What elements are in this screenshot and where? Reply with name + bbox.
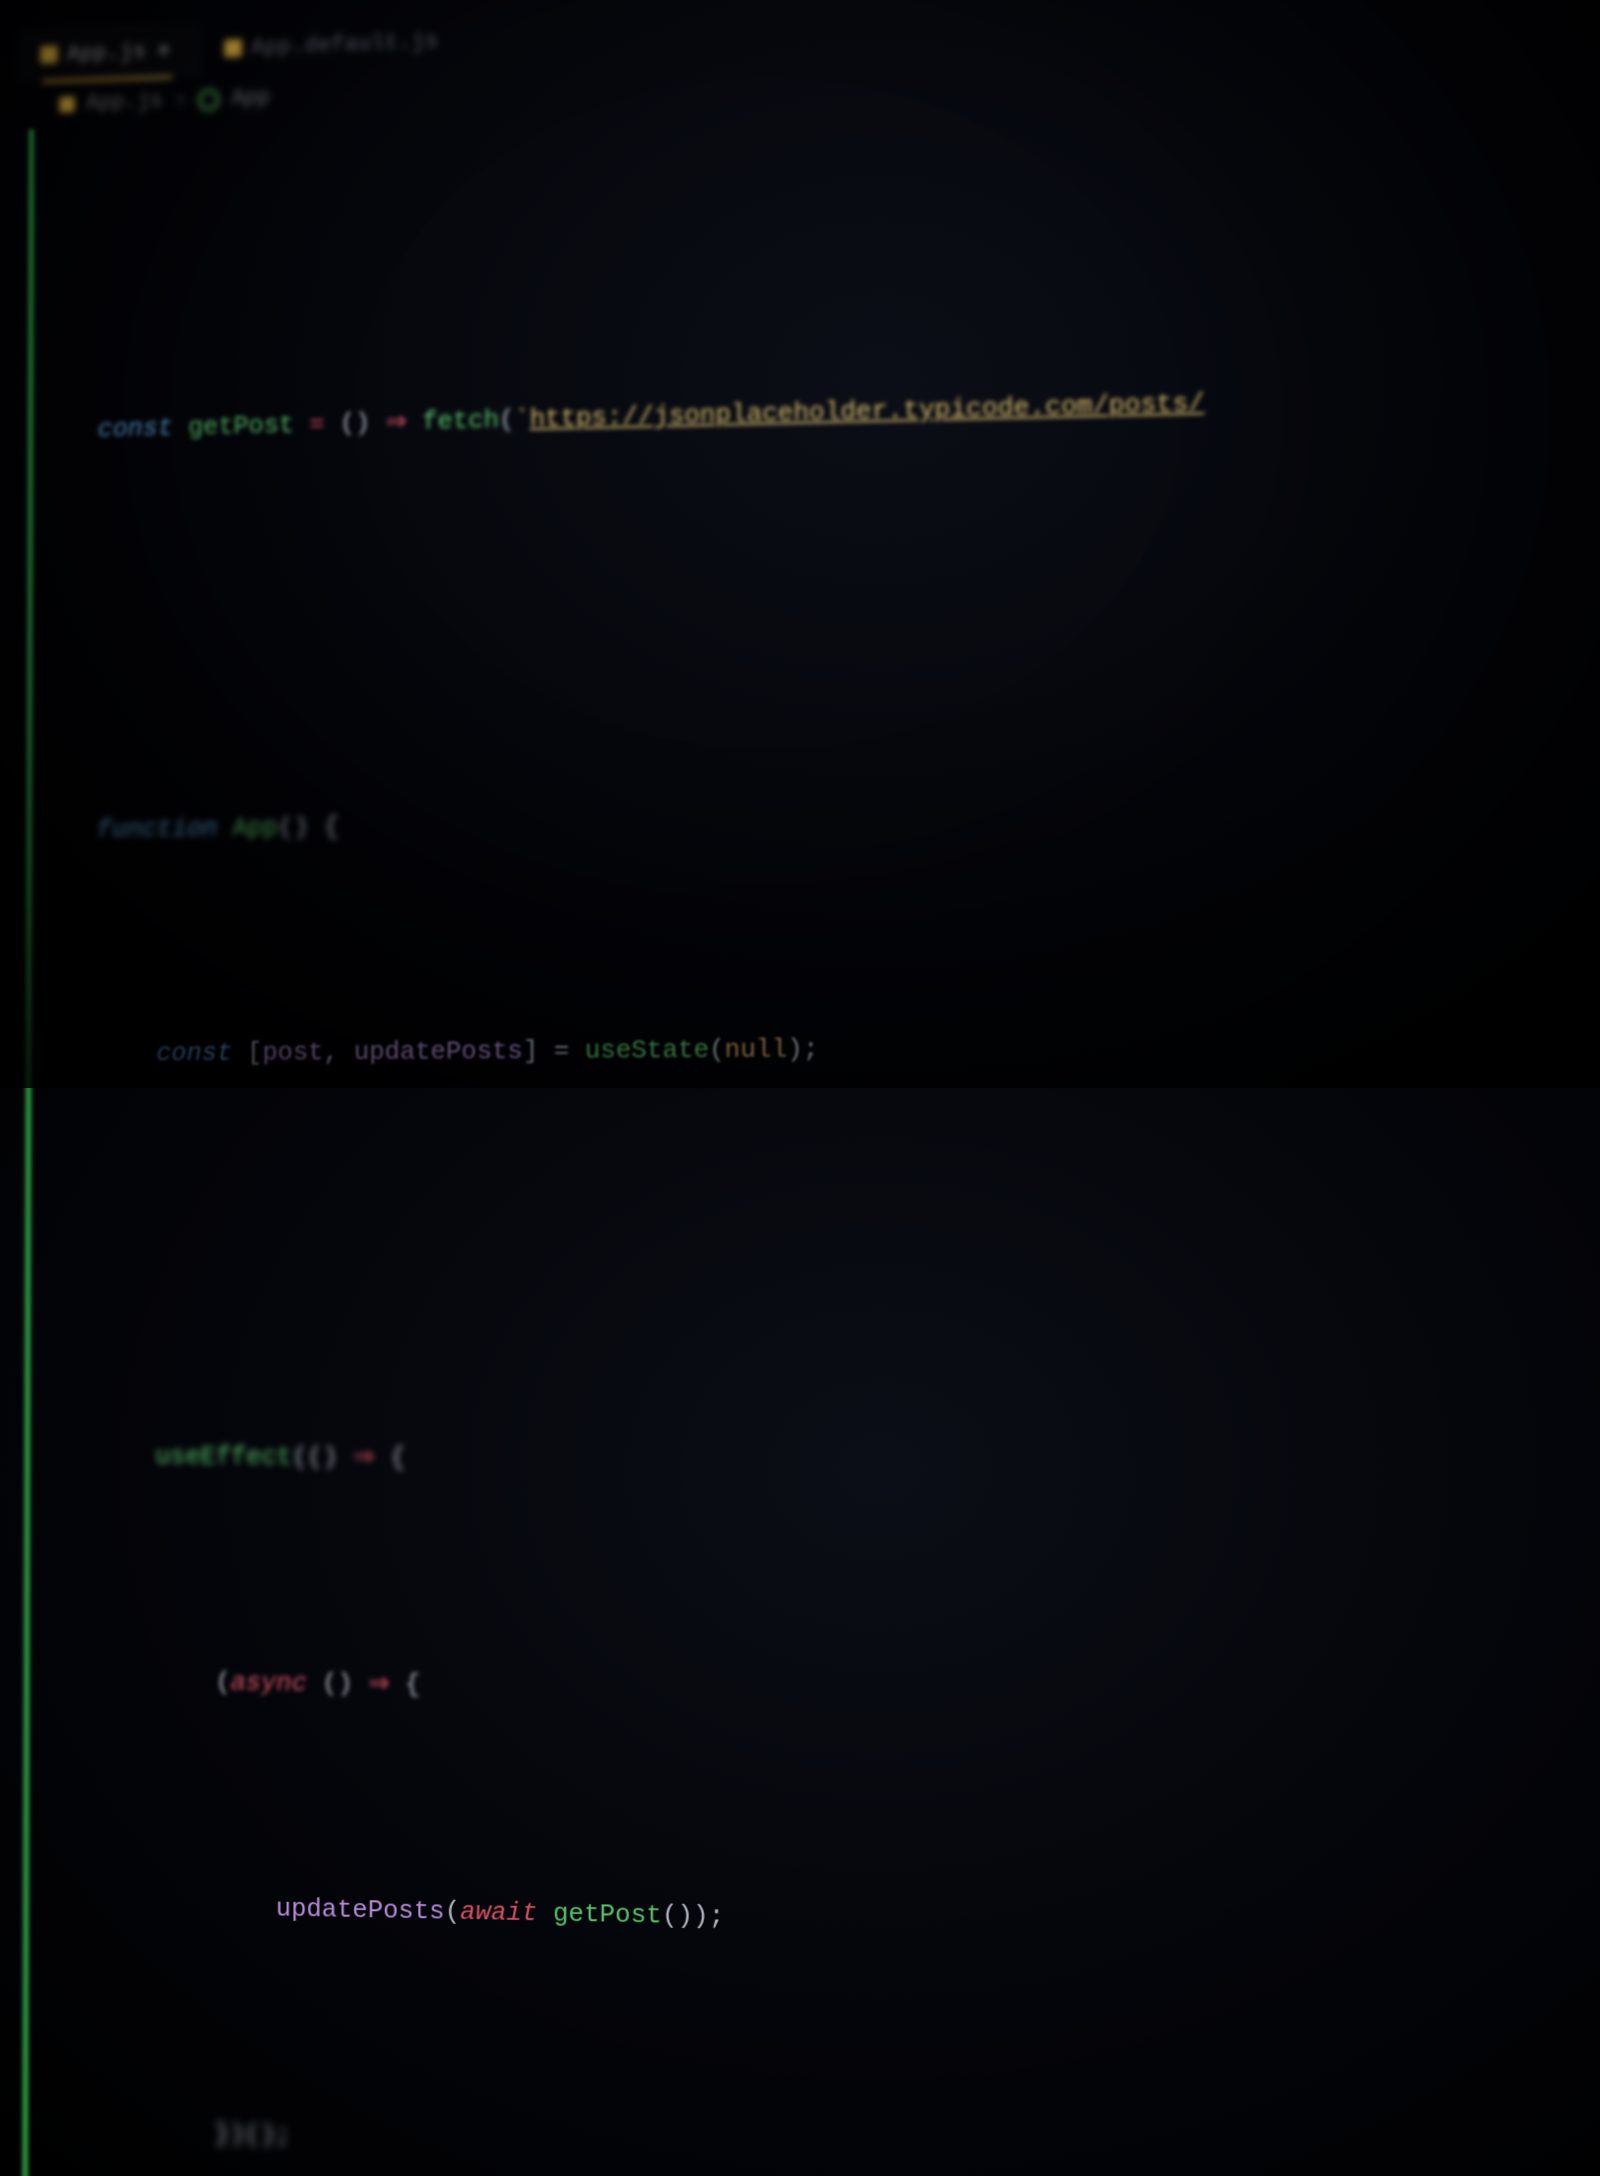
tab-app-js[interactable]: App.js ★ xyxy=(17,23,201,82)
code-line: updatePosts(await getPost()); xyxy=(19,1882,1600,1957)
breadcrumb-symbol[interactable]: App xyxy=(231,85,269,111)
symbol-function-icon xyxy=(199,88,220,110)
js-file-icon xyxy=(59,96,74,112)
breadcrumb-file[interactable]: App.js xyxy=(86,89,162,116)
chevron-right-icon: › xyxy=(174,88,187,113)
tab-label: App.js xyxy=(67,39,146,66)
code-line: })(); xyxy=(18,2107,1600,2176)
code-line: const [post, updatePosts] = useState(nul… xyxy=(22,1021,1600,1076)
tab-app-default-js[interactable]: App.default.js xyxy=(201,14,468,76)
code-editor[interactable]: const getPost = () ⇒ fetch(`https://json… xyxy=(8,78,1600,2176)
code-line-blank xyxy=(23,556,1600,631)
code-line: (async () ⇒ { xyxy=(20,1658,1600,1723)
js-file-icon xyxy=(224,39,241,57)
url-link[interactable]: https://jsonplaceholder.typicode.com/pos… xyxy=(530,388,1205,434)
tab-label: App.default.js xyxy=(251,29,438,60)
code-line: const getPost = () ⇒ fetch(`https://json… xyxy=(24,371,1600,454)
code-line: function App() { xyxy=(23,789,1600,854)
js-file-icon xyxy=(40,45,57,63)
star-icon: ★ xyxy=(156,40,172,62)
code-line-blank xyxy=(21,1208,1600,1255)
code-line: useEffect(() ⇒ { xyxy=(21,1434,1600,1488)
